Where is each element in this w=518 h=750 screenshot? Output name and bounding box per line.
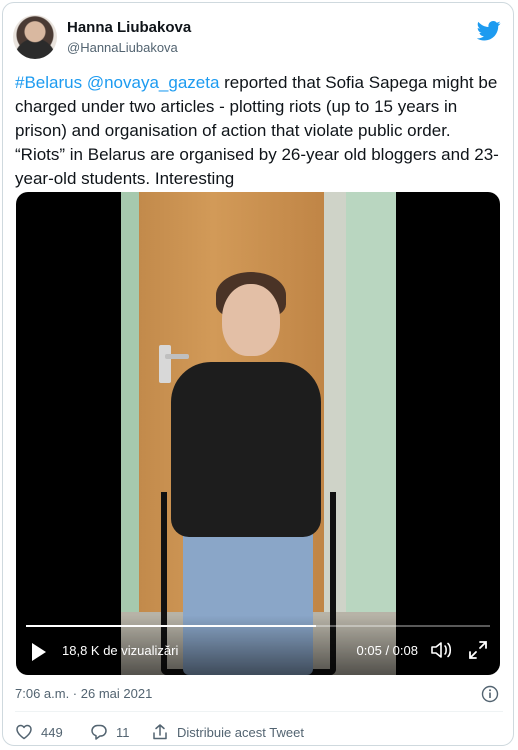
divider [15,711,503,712]
video-player[interactable]: 18,8 K de vizualizări 0:05 / 0:08 [16,192,500,675]
twitter-bird-icon[interactable] [477,21,501,41]
video-frame [121,192,396,675]
tweet-actions: 449 11 Distribuie acest Tweet [15,721,503,743]
user-name[interactable]: Hanna Liubakova [67,19,191,36]
reply-count: 11 [116,724,130,740]
video-progress-bar[interactable] [26,625,490,627]
share-button[interactable]: Distribuie acest Tweet [151,721,304,743]
user-handle[interactable]: @HannaLiubakova [67,40,178,55]
scene-door-handle [165,354,189,359]
scene-wall-left [121,192,139,675]
reply-icon [91,724,107,740]
scene-door-handle-plate [159,345,171,383]
scene-wall-right [346,192,396,675]
scene-person-jacket [171,362,321,537]
scene-person-head [222,284,280,356]
fullscreen-icon[interactable] [468,640,488,660]
info-icon[interactable] [481,685,499,703]
heart-icon [16,724,32,740]
mention-link[interactable]: @novaya_gazeta [87,73,220,92]
share-label: Distribuie acest Tweet [177,724,304,740]
like-count: 449 [41,724,63,740]
video-controls: 18,8 K de vizualizări 0:05 / 0:08 [16,615,500,675]
hashtag-link[interactable]: #Belarus [15,73,82,92]
video-views: 18,8 K de vizualizări [62,643,179,658]
tweet-header: Hanna Liubakova @HannaLiubakova [13,15,505,63]
volume-icon[interactable] [430,640,452,660]
video-time: 0:05 / 0:08 [356,643,418,658]
reply-button[interactable]: 11 [90,721,130,743]
tweet-timestamp[interactable]: 7:06 a.m. · 26 mai 2021 [15,686,152,701]
video-progress-fill [26,625,316,627]
like-button[interactable]: 449 [15,721,63,743]
share-icon [153,724,167,740]
tweet-card: Hanna Liubakova @HannaLiubakova #Belarus… [2,2,514,746]
avatar[interactable] [13,15,57,59]
play-icon[interactable] [32,643,46,661]
tweet-text: #Belarus @novaya_gazeta reported that So… [15,71,503,191]
